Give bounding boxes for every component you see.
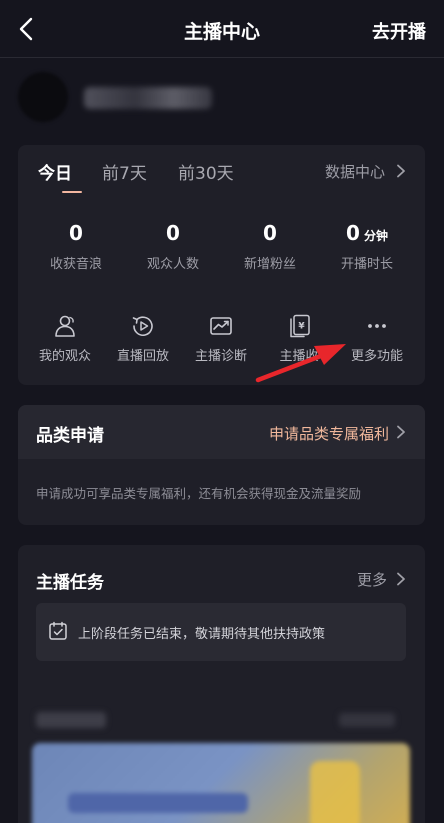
stat-label: 收获音浪 (49, 257, 102, 272)
stat-viewers[interactable]: 0 观众人数 (125, 219, 221, 272)
stat-value: 0 分钟 (346, 221, 388, 245)
chevron-right-icon[interactable] (395, 572, 407, 586)
task-notice: 上阶段任务已结束，敬请期待其他扶持政策 (36, 603, 406, 661)
svg-text:¥: ¥ (298, 322, 305, 332)
tab-30-days[interactable]: 前30天 (178, 159, 234, 184)
category-header[interactable]: 品类申请 申请品类专属福利 (18, 405, 425, 459)
func-label: 主播诊断 (194, 349, 247, 364)
tasks-title: 主播任务 (36, 573, 104, 593)
income-icon: ¥ (290, 314, 310, 338)
stat-label: 新增粉丝 (243, 257, 296, 272)
active-tab-indicator (62, 191, 82, 193)
tab-today[interactable]: 今日 (38, 159, 72, 184)
blurred-link (339, 713, 395, 727)
avatar[interactable] (18, 72, 68, 122)
stat-label: 观众人数 (146, 257, 199, 272)
audience-icon (55, 315, 75, 337)
blurred-heading (36, 712, 106, 728)
host-tasks-card: 主播任务 更多 上阶段任务已结束，敬请期待其他扶持政策 (18, 545, 425, 823)
stat-label: 开播时长 (340, 257, 393, 272)
more-icon (368, 324, 386, 328)
category-description: 申请成功可享品类专属福利，还有机会获得现金及流量奖励 (36, 486, 362, 501)
data-center-link[interactable]: 数据中心 (325, 161, 385, 182)
username-blurred (84, 87, 212, 109)
tab-7-days[interactable]: 前7天 (102, 159, 147, 184)
category-benefit-link[interactable]: 申请品类专属福利 (269, 423, 389, 444)
tasks-more-link[interactable]: 更多 (357, 569, 387, 590)
func-label: 直播回放 (116, 349, 169, 364)
top-bar: 主播中心 去开播 (0, 0, 444, 58)
live-data-card: 今日 前7天 前30天 数据中心 0 收获音浪 0 观众人数 0 新增粉丝 0分… (18, 145, 425, 385)
diagnosis-icon (210, 317, 232, 335)
stat-value: 0 (69, 221, 83, 245)
chevron-right-icon[interactable] (395, 425, 407, 439)
banner-graphic-blurred (310, 761, 360, 823)
category-application-card: 品类申请 申请品类专属福利 申请成功可享品类专属福利，还有机会获得现金及流量奖励 (18, 405, 425, 525)
stat-yinlang[interactable]: 0 收获音浪 (28, 219, 124, 272)
promo-banner-blurred[interactable] (32, 743, 410, 823)
stat-unit: 分钟 (363, 229, 388, 243)
stat-live-duration[interactable]: 0 分钟 开播时长 (319, 219, 415, 272)
category-title: 品类申请 (36, 426, 104, 446)
stat-value: 0 (166, 221, 180, 245)
stat-value: 0 (263, 221, 277, 245)
func-live-replay[interactable]: 直播回放 (102, 313, 184, 364)
red-arrow-annotation (255, 344, 346, 383)
start-live-button[interactable]: 去开播 (372, 18, 426, 44)
func-my-audience[interactable]: 我的观众 (24, 313, 106, 364)
stat-new-fans[interactable]: 0 新增粉丝 (222, 219, 318, 272)
calendar-check-icon (49, 621, 67, 640)
replay-icon (132, 316, 153, 336)
notice-text: 上阶段任务已结束，敬请期待其他扶持政策 (78, 627, 326, 642)
func-label: 我的观众 (38, 349, 91, 364)
chevron-right-icon[interactable] (395, 164, 407, 178)
func-host-diagnosis[interactable]: 主播诊断 (180, 313, 262, 364)
banner-text-blurred (68, 793, 248, 813)
